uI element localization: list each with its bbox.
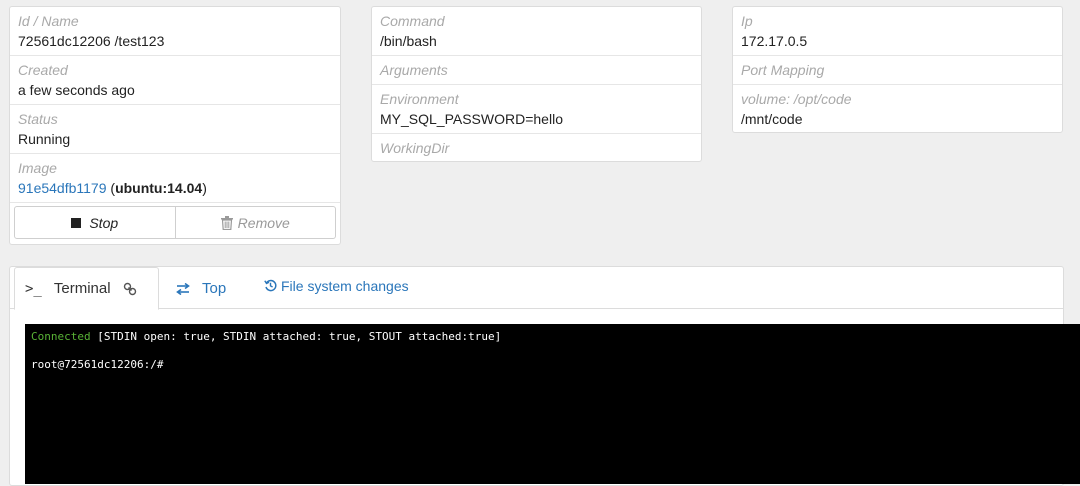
status-value: Running [18,131,71,147]
command-field: Command /bin/bash [372,7,701,56]
volume-field: volume: /opt/code /mnt/code [733,85,1062,134]
id-name-value: 72561dc12206 /test123 [18,33,165,49]
tab-top-label: Top [202,280,227,297]
ip-label: Ip [741,13,753,29]
trash-icon [220,215,233,230]
container-info-panel: Id / Name 72561dc12206 /test123 Created … [9,6,341,245]
volume-value: /mnt/code [741,111,803,127]
remove-button[interactable]: Remove [175,206,336,239]
working-dir-field: WorkingDir [372,134,701,163]
image-label: Image [18,160,57,176]
environment-label: Environment [380,91,459,107]
image-id-link[interactable]: 91e54dfb1179 [18,180,107,196]
created-field: Created a few seconds ago [10,56,340,105]
connected-text: Connected [31,330,91,343]
tab-file-system-changes-label: File system changes [281,277,409,294]
tab-file-system-changes[interactable]: File system changes [264,264,409,307]
created-value: a few seconds ago [18,82,135,98]
stop-button[interactable]: Stop [14,206,176,239]
id-name-label: Id / Name [18,13,79,29]
stop-button-label: Stop [89,214,119,231]
action-buttons: Stop Remove [10,203,340,239]
history-icon [264,279,277,292]
image-field: Image 91e54dfb1179 (ubuntu:14.04) [10,154,340,203]
remove-button-label: Remove [237,214,290,231]
container-network-panel: Ip 172.17.0.5 Port Mapping volume: /opt/… [732,6,1063,133]
status-field: Status Running [10,105,340,154]
environment-field: Environment MY_SQL_PASSWORD=hello [372,85,701,134]
container-config-panel: Command /bin/bash Arguments Environment … [371,6,702,162]
working-dir-label: WorkingDir [380,140,450,156]
arguments-field: Arguments [372,56,701,85]
port-mapping-field: Port Mapping [733,56,1062,85]
link-icon[interactable] [123,282,137,296]
port-mapping-label: Port Mapping [741,62,825,78]
command-label: Command [380,13,445,29]
image-value: 91e54dfb1179 (ubuntu:14.04) [18,180,207,196]
image-name: ubuntu:14.04 [115,180,203,196]
terminal-status-line: Connected [STDIN open: true, STDIN attac… [31,330,1080,344]
id-name-field: Id / Name 72561dc12206 /test123 [10,7,340,56]
volume-label: volume: /opt/code [741,91,852,107]
stop-icon [71,217,82,228]
command-value: /bin/bash [380,33,437,49]
terminal-prompt: root@72561dc12206:/# [31,358,164,371]
tab-bar: >_ Terminal Top File system changes [10,264,1063,310]
terminal-screen[interactable]: Connected [STDIN open: true, STDIN attac… [25,324,1080,484]
arguments-label: Arguments [380,62,448,78]
terminal-icon: >_ [25,280,42,297]
connection-detail: [STDIN open: true, STDIN attached: true,… [90,330,502,343]
ip-value: 172.17.0.5 [741,33,808,49]
tab-terminal[interactable]: >_ Terminal [14,267,159,310]
tab-terminal-label: Terminal [53,280,111,297]
environment-value: MY_SQL_PASSWORD=hello [380,111,563,127]
tab-top[interactable]: Top [176,267,226,310]
swap-icon [176,282,190,295]
ip-field: Ip 172.17.0.5 [733,7,1062,56]
created-label: Created [18,62,68,78]
status-label: Status [18,111,58,127]
